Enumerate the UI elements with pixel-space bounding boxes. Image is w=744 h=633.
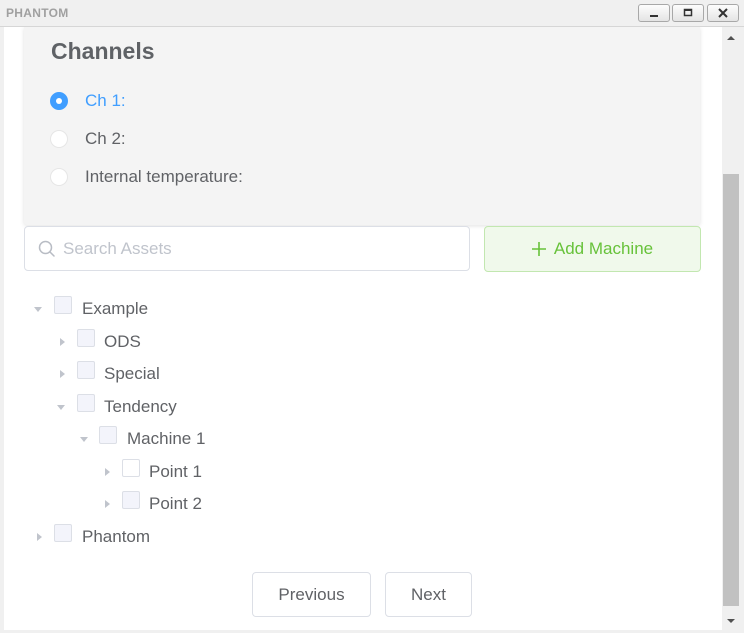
radio-ch1[interactable]: Ch 1: — [50, 89, 126, 113]
tree-checkbox[interactable] — [54, 296, 72, 314]
tree-node-tendency[interactable]: Tendency — [24, 391, 701, 423]
caret-down-icon[interactable] — [33, 304, 43, 314]
tree-checkbox[interactable] — [54, 524, 72, 542]
caret-right-icon[interactable] — [57, 369, 67, 379]
tree-node-point-1[interactable]: Point 1 — [24, 456, 701, 488]
tree-checkbox[interactable] — [77, 394, 95, 412]
radio-label: Ch 1: — [85, 91, 126, 110]
previous-button[interactable]: Previous — [252, 572, 371, 617]
arrow-up-icon — [727, 36, 735, 40]
tree-node-label: ODS — [104, 332, 141, 351]
tree-node-special[interactable]: Special — [24, 358, 701, 390]
tree-node-label: Example — [82, 299, 149, 318]
tree-node-machine-1[interactable]: Machine 1 — [24, 423, 701, 455]
tree-node-label: Machine 1 — [127, 429, 206, 448]
minimize-button[interactable] — [638, 4, 670, 22]
caret-right-icon[interactable] — [102, 499, 112, 509]
caret-right-icon[interactable] — [102, 467, 112, 477]
tree-node-label: Special — [104, 364, 160, 383]
radio-button-checked[interactable] — [50, 92, 68, 110]
asset-tree: Example ODS Special Tendency Machine 1 P… — [24, 292, 701, 552]
tree-checkbox[interactable] — [122, 459, 140, 477]
plus-icon — [531, 242, 546, 256]
tree-checkbox[interactable] — [77, 329, 95, 347]
scroll-down-button[interactable] — [722, 612, 740, 630]
tree-checkbox[interactable] — [99, 426, 117, 444]
tree-node-phantom[interactable]: Phantom — [24, 521, 701, 553]
window-title: PHANTOM — [6, 6, 69, 20]
caret-down-icon[interactable] — [56, 402, 66, 412]
tree-checkbox[interactable] — [122, 491, 140, 509]
tree-node-point-2[interactable]: Point 2 — [24, 488, 701, 520]
close-icon — [718, 8, 728, 18]
tree-node-label: Phantom — [82, 527, 151, 546]
radio-internal-temperature[interactable]: Internal temperature: — [50, 165, 243, 189]
add-machine-label: Add Machine — [553, 239, 654, 258]
radio-label: Ch 2: — [85, 129, 126, 148]
close-button[interactable] — [707, 4, 739, 22]
radio-ch2[interactable]: Ch 2: — [50, 127, 126, 151]
radio-button[interactable] — [50, 130, 68, 148]
minimize-icon — [650, 15, 658, 17]
maximize-button[interactable] — [672, 4, 704, 22]
channels-card: Channels Ch 1: Ch 2: Internal temperatur… — [24, 27, 700, 225]
search-input[interactable] — [63, 237, 453, 261]
caret-right-icon[interactable] — [57, 337, 67, 347]
radio-button[interactable] — [50, 168, 68, 186]
search-box — [24, 226, 470, 271]
search-icon — [38, 240, 55, 257]
tree-node-label: Tendency — [104, 397, 177, 416]
add-machine-button[interactable]: Add Machine — [484, 226, 701, 272]
tree-checkbox[interactable] — [77, 361, 95, 379]
radio-label: Internal temperature: — [85, 167, 243, 186]
tree-node-label: Point 1 — [149, 462, 202, 481]
caret-right-icon[interactable] — [34, 532, 44, 542]
scrollbar-thumb[interactable] — [723, 174, 739, 606]
tree-node-label: Point 2 — [149, 494, 202, 513]
caret-down-icon[interactable] — [79, 434, 89, 444]
title-bar: PHANTOM — [0, 0, 744, 27]
main-content: Channels Ch 1: Ch 2: Internal temperatur… — [4, 27, 722, 630]
maximize-icon — [683, 8, 693, 17]
scroll-up-button[interactable] — [722, 29, 740, 47]
tree-node-example[interactable]: Example — [24, 293, 701, 325]
arrow-down-icon — [727, 619, 735, 623]
channels-title: Channels — [51, 38, 155, 64]
vertical-scrollbar[interactable] — [722, 27, 740, 630]
tree-node-ods[interactable]: ODS — [24, 326, 701, 358]
next-button[interactable]: Next — [385, 572, 472, 617]
